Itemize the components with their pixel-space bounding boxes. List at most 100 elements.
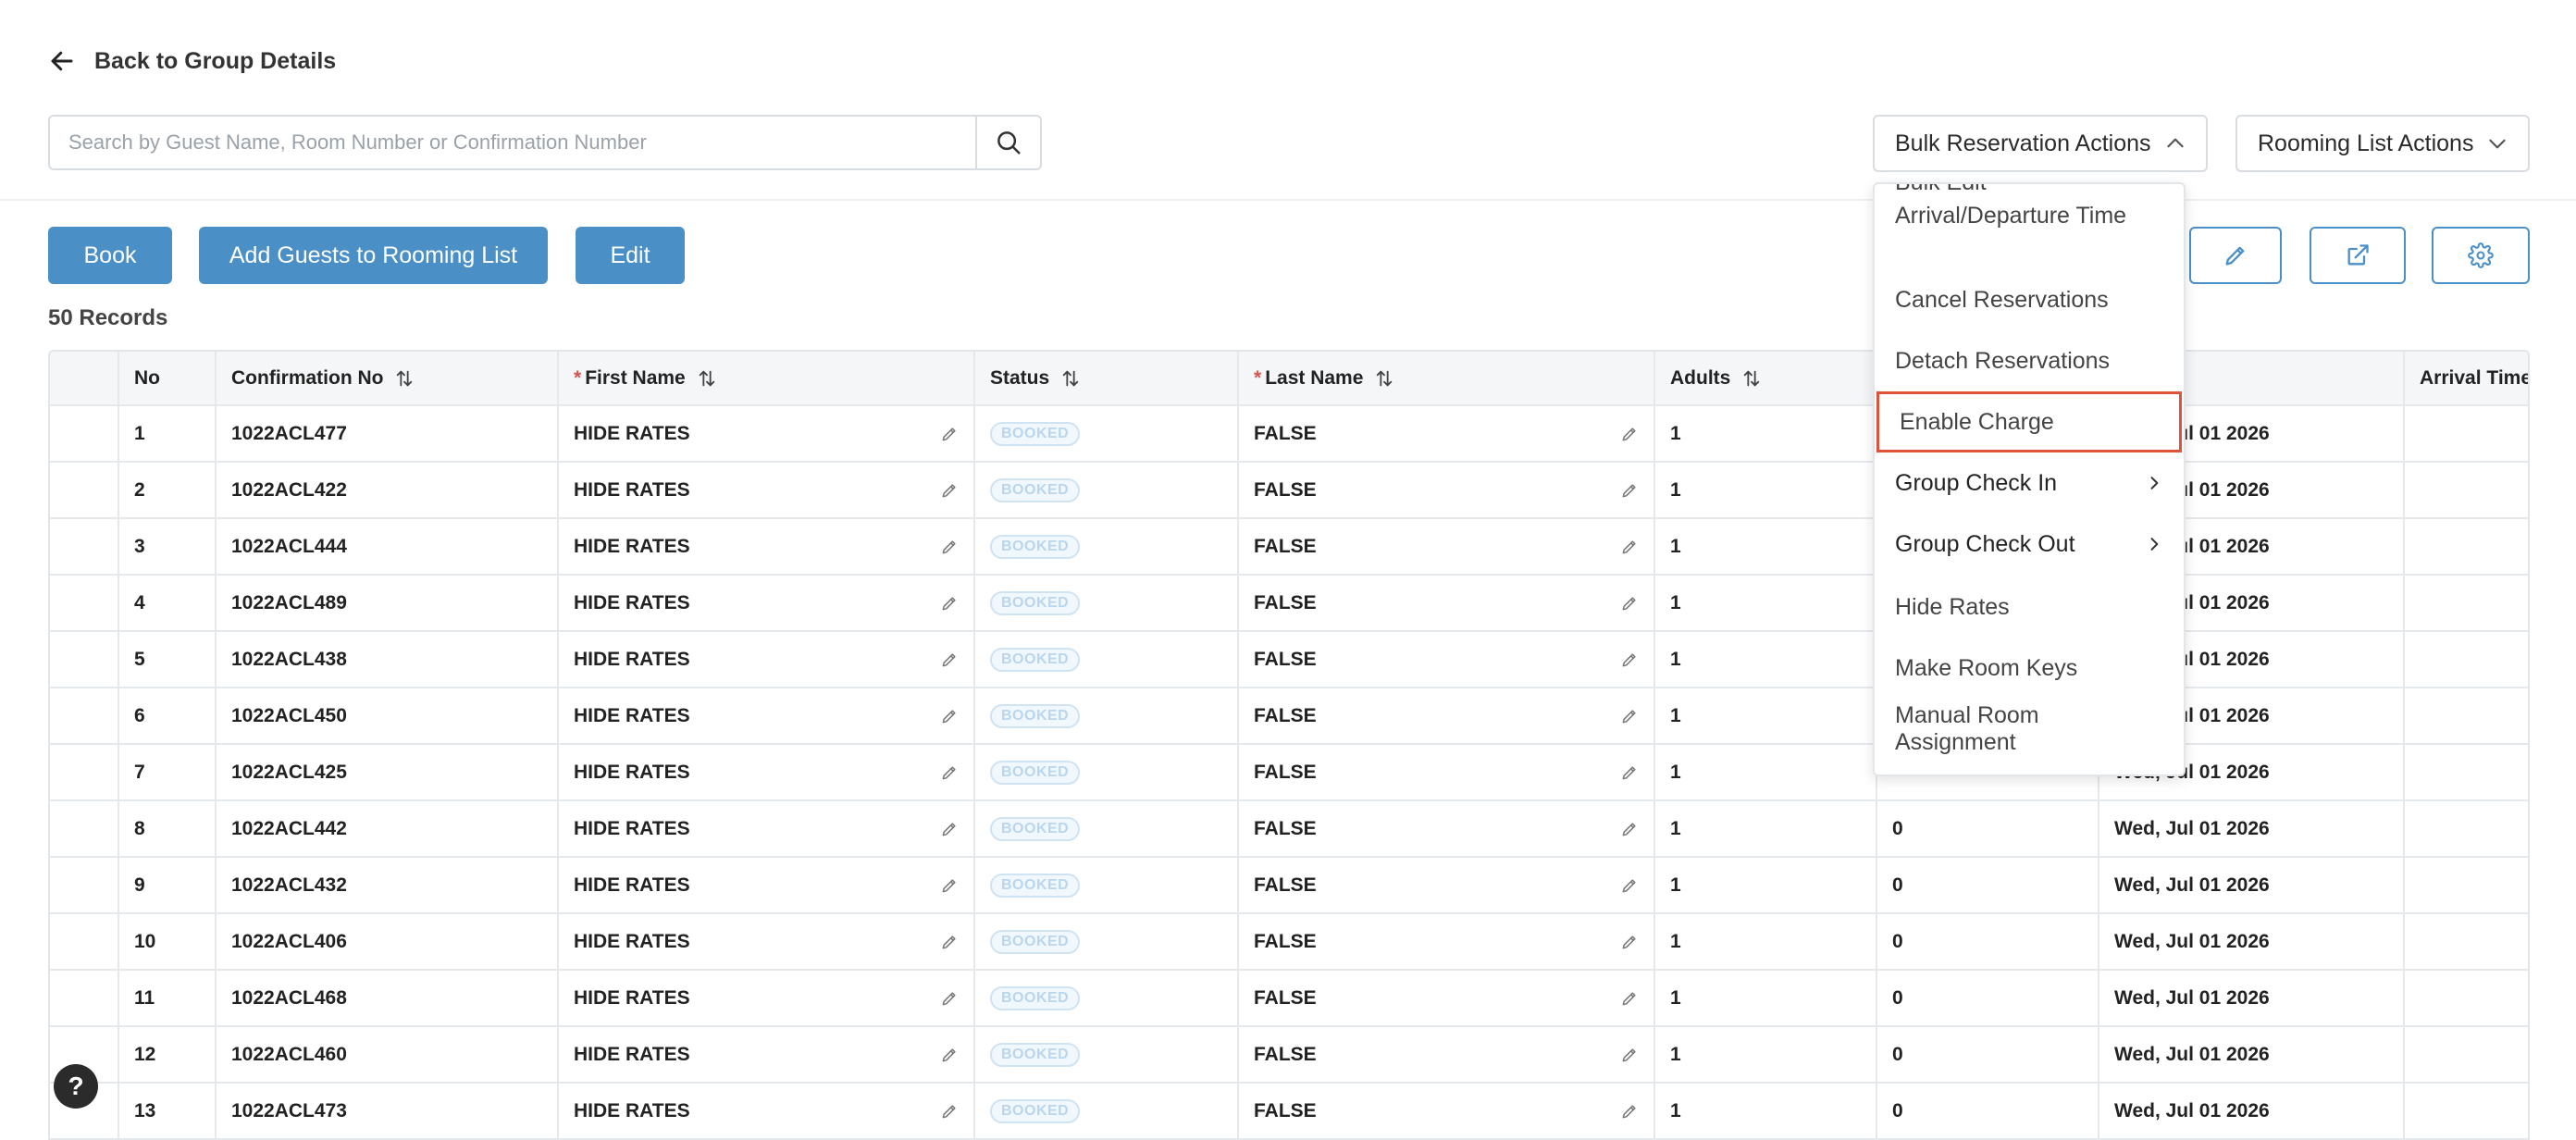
column-header[interactable]: Confirmation No [216, 352, 559, 406]
last-name-cell[interactable]: FALSE [1238, 800, 1655, 858]
row-select-cell[interactable] [50, 913, 119, 971]
pencil-icon[interactable] [1620, 876, 1639, 895]
row-select-cell[interactable] [50, 518, 119, 576]
row-select-cell[interactable] [50, 688, 119, 745]
last-name-cell[interactable]: FALSE [1238, 405, 1655, 463]
last-name-cell[interactable]: FALSE [1238, 462, 1655, 519]
confirmation-number[interactable]: 1022ACL468 [216, 970, 559, 1027]
confirmation-number[interactable]: 1022ACL450 [216, 688, 559, 745]
menu-item[interactable]: Bulk Edit Arrival/Departure Time [1875, 184, 2184, 243]
pencil-icon[interactable] [1620, 425, 1639, 443]
first-name-cell[interactable]: HIDE RATES [558, 631, 975, 688]
table-row[interactable]: 9 1022ACL432 HIDE RATES BOOKED FALSE 1 0 Wed, J… [50, 857, 2528, 914]
sort-icon[interactable] [1060, 368, 1081, 389]
menu-item[interactable]: Make Room Keys [1875, 638, 2184, 699]
book-button[interactable]: Book [48, 227, 172, 284]
pencil-icon[interactable] [940, 933, 959, 951]
column-header[interactable]: * First Name [558, 352, 975, 406]
back-to-group-details-link[interactable]: Back to Group Details [48, 43, 336, 80]
row-select-cell[interactable] [50, 800, 119, 858]
confirmation-number[interactable]: 1022ACL425 [216, 744, 559, 801]
confirmation-number[interactable]: 1022ACL438 [216, 631, 559, 688]
pencil-icon[interactable] [1620, 594, 1639, 613]
pencil-icon[interactable] [940, 763, 959, 782]
pencil-icon[interactable] [940, 707, 959, 725]
column-header[interactable]: * Last Name [1238, 352, 1655, 406]
first-name-cell[interactable]: HIDE RATES [558, 857, 975, 914]
confirmation-number[interactable]: 1022ACL460 [216, 1026, 559, 1084]
last-name-cell[interactable]: FALSE [1238, 970, 1655, 1027]
export-button[interactable] [2310, 227, 2406, 284]
first-name-cell[interactable]: HIDE RATES [558, 1026, 975, 1084]
first-name-cell[interactable]: HIDE RATES [558, 913, 975, 971]
last-name-cell[interactable]: FALSE [1238, 688, 1655, 745]
pencil-icon[interactable] [1620, 989, 1639, 1008]
pencil-icon[interactable] [1620, 933, 1639, 951]
confirmation-number[interactable]: 1022ACL432 [216, 857, 559, 914]
pencil-icon[interactable] [1620, 481, 1639, 500]
confirmation-number[interactable]: 1022ACL422 [216, 462, 559, 519]
sort-icon[interactable] [1374, 368, 1394, 389]
first-name-cell[interactable]: HIDE RATES [558, 688, 975, 745]
last-name-cell[interactable]: FALSE [1238, 744, 1655, 801]
first-name-cell[interactable]: HIDE RATES [558, 1083, 975, 1140]
last-name-cell[interactable]: FALSE [1238, 1083, 1655, 1140]
menu-item[interactable]: Group Check In [1875, 452, 2184, 514]
search-input[interactable] [50, 117, 975, 168]
pencil-icon[interactable] [940, 481, 959, 500]
pencil-icon[interactable] [940, 876, 959, 895]
confirmation-number[interactable]: 1022ACL473 [216, 1083, 559, 1140]
bulk-reservation-actions-dropdown[interactable]: Bulk Reservation Actions [1873, 115, 2208, 172]
edit-button[interactable]: Edit [576, 227, 685, 284]
pencil-icon[interactable] [940, 538, 959, 556]
row-select-cell[interactable] [50, 744, 119, 801]
pencil-icon[interactable] [1620, 651, 1639, 669]
pencil-icon[interactable] [940, 1102, 959, 1121]
last-name-cell[interactable]: FALSE [1238, 857, 1655, 914]
menu-item[interactable]: Cancel Reservations [1875, 269, 2184, 330]
menu-item[interactable]: Detach Reservations [1875, 330, 2184, 391]
row-select-cell[interactable] [50, 575, 119, 632]
table-row[interactable]: 13 1022ACL473 HIDE RATES BOOKED FALSE 1 0 Wed, … [50, 1083, 2528, 1140]
add-guests-button[interactable]: Add Guests to Rooming List [199, 227, 548, 284]
first-name-cell[interactable]: HIDE RATES [558, 405, 975, 463]
settings-button[interactable] [2432, 227, 2530, 284]
first-name-cell[interactable]: HIDE RATES [558, 970, 975, 1027]
first-name-cell[interactable]: HIDE RATES [558, 575, 975, 632]
pencil-icon[interactable] [1620, 538, 1639, 556]
confirmation-number[interactable]: 1022ACL477 [216, 405, 559, 463]
pencil-icon[interactable] [940, 594, 959, 613]
pencil-icon[interactable] [1620, 820, 1639, 838]
menu-item[interactable]: Enable Charge [1876, 391, 2182, 452]
confirmation-number[interactable]: 1022ACL444 [216, 518, 559, 576]
last-name-cell[interactable]: FALSE [1238, 913, 1655, 971]
column-header[interactable]: Status [974, 352, 1239, 406]
pencil-icon[interactable] [940, 989, 959, 1008]
row-select-cell[interactable] [50, 970, 119, 1027]
confirmation-number[interactable]: 1022ACL406 [216, 913, 559, 971]
pencil-icon[interactable] [1620, 1046, 1639, 1064]
menu-item[interactable]: Hide Rates [1875, 576, 2184, 638]
table-row[interactable]: 12 1022ACL460 HIDE RATES BOOKED FALSE 1 0 Wed, … [50, 1026, 2528, 1084]
table-row[interactable]: 11 1022ACL468 HIDE RATES BOOKED FALSE 1 0 Wed, … [50, 970, 2528, 1027]
confirmation-number[interactable]: 1022ACL442 [216, 800, 559, 858]
table-row[interactable]: 8 1022ACL442 HIDE RATES BOOKED FALSE 1 0 Wed, J… [50, 800, 2528, 858]
pencil-icon[interactable] [1620, 707, 1639, 725]
row-select-cell[interactable] [50, 405, 119, 463]
pencil-icon[interactable] [940, 1046, 959, 1064]
rooming-list-actions-dropdown[interactable]: Rooming List Actions [2235, 115, 2530, 172]
row-select-cell[interactable] [50, 631, 119, 688]
menu-item[interactable]: Group Check Out [1875, 514, 2184, 575]
pencil-icon[interactable] [940, 425, 959, 443]
last-name-cell[interactable]: FALSE [1238, 518, 1655, 576]
first-name-cell[interactable]: HIDE RATES [558, 800, 975, 858]
pencil-icon[interactable] [1620, 763, 1639, 782]
row-select-cell[interactable] [50, 462, 119, 519]
table-row[interactable]: 10 1022ACL406 HIDE RATES BOOKED FALSE 1 0 Wed, … [50, 913, 2528, 971]
menu-item[interactable]: Manual Room Assignment [1875, 699, 2184, 760]
last-name-cell[interactable]: FALSE [1238, 1026, 1655, 1084]
last-name-cell[interactable]: FALSE [1238, 575, 1655, 632]
sort-icon[interactable] [394, 368, 415, 389]
sort-icon[interactable] [1741, 368, 1762, 389]
edit-icon-button[interactable] [2189, 227, 2282, 284]
